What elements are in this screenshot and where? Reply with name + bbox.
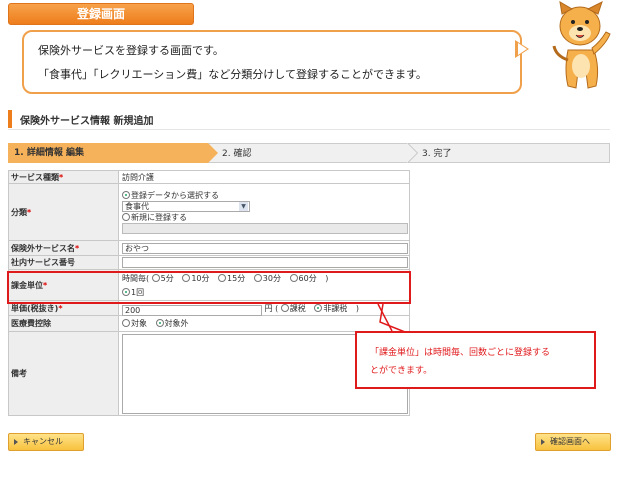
chevron-down-icon: ▼ [239,202,248,211]
internal-code-cell [118,255,410,270]
callout-line-1: 「課金単位」は時間毎、回数ごとに登録する [370,348,551,358]
dog-mascot-icon [552,1,611,89]
description-line-1: 保険外サービスを登録する画面です。 [38,44,224,57]
arrow-right-icon [541,439,545,445]
description-line-2: 「食事代」「レクリエーション費」など分類分けして登録することができます。 [38,68,427,81]
section-title: 保険外サービス情報 新規追加 [20,116,154,127]
arrow-right-icon [14,439,18,445]
service-type-label: サービス種類* [8,170,119,184]
medical-excluded-option[interactable]: 対象外 [155,318,189,329]
taxable-option[interactable]: 課税 [280,303,306,314]
notes-label: 備考 [8,331,119,416]
medical-deduction-label: 医療費控除 [8,315,119,332]
category-option-new[interactable]: 新規に登録する [122,212,409,223]
step-2: 2. 確認 [208,143,408,163]
medical-deduction-field: 対象 対象外 [118,315,410,332]
bubble-tail-inner [518,43,527,55]
description-bubble: 保険外サービスを登録する画面です。 「食事代」「レクリエーション費」など分類分け… [22,30,522,94]
medical-target-option[interactable]: 対象 [122,318,147,329]
confirm-button[interactable]: 確認画面へ [535,433,611,451]
internal-code-label: 社内サービス番号 [8,255,119,270]
category-label: 分類* [8,183,119,241]
category-new-radio[interactable] [122,213,130,221]
unit-price-input[interactable]: 200 [122,304,262,316]
billing-unit-highlight [7,271,411,304]
service-name-label: 保険外サービス名* [8,240,119,256]
category-option-select[interactable]: 登録データから選択する [122,190,409,201]
internal-code-input[interactable] [122,257,408,268]
cancel-button[interactable]: キャンセル [8,433,84,451]
unit-price-unit: 円 [264,303,273,313]
section-heading: 保険外サービス情報 新規追加 [8,108,610,130]
step-1: 1. 詳細情報 編集 [8,143,208,163]
page-title-tab: 登録画面 [8,3,194,25]
billing-unit-callout: 「課金単位」は時間毎、回数ごとに登録する とができます。 [355,331,596,389]
step-3: 3. 完了 [408,143,610,163]
category-dropdown[interactable]: 食事代 ▼ [122,201,250,212]
step-indicator: 1. 詳細情報 編集 2. 確認 3. 完了 [8,143,610,163]
non-taxable-option[interactable]: 非課税 [314,303,347,314]
category-field: 登録データから選択する 食事代 ▼ 新規に登録する [118,183,410,241]
category-select-radio[interactable] [122,191,130,199]
service-type-value: 訪問介護 [118,170,410,184]
category-new-input[interactable] [122,223,408,234]
step-2-arrow-inner [407,143,417,163]
step-1-arrow-icon [208,143,218,163]
section-accent-bar [8,110,12,128]
callout-line-2: とができます。 [370,366,433,376]
service-name-input[interactable]: おやつ [122,242,408,254]
service-name-cell: おやつ [118,240,410,256]
